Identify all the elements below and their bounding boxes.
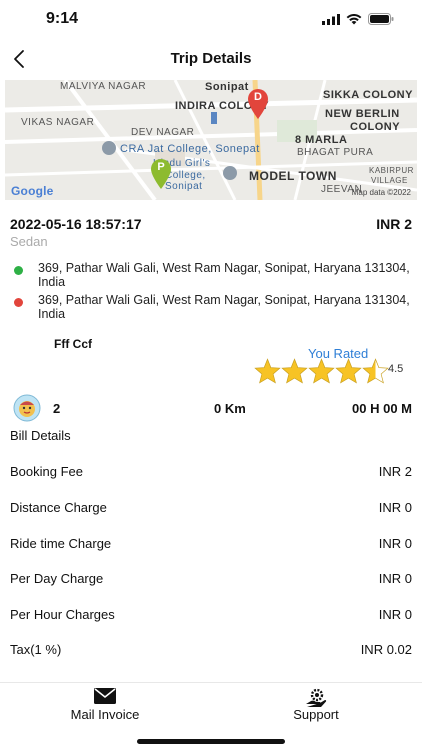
drop-pin-label: D (254, 91, 262, 103)
trip-distance: 0 Km (214, 401, 246, 416)
bill-row-label: Tax(1 %) (10, 642, 62, 657)
wifi-icon (346, 13, 362, 24)
star-icon (335, 358, 362, 384)
bill-row-value: INR 0.02 (360, 642, 412, 657)
navigation-bar: Trip Details (0, 40, 422, 78)
trip-amount: INR 2 (376, 216, 412, 232)
star-icon (308, 358, 335, 384)
bill-row-booking-fee: Booking Fee INR 2 (10, 464, 412, 484)
page-title: Trip Details (170, 50, 252, 67)
trip-duration: 00 H 00 M (352, 401, 412, 416)
bill-row-label: Booking Fee (10, 464, 83, 479)
map-label-sikka-colony: SIKKA COLONY (323, 89, 413, 101)
rating-value: 4.5 (388, 363, 404, 375)
trip-summary: 2 0 Km 00 H 00 M (0, 394, 422, 422)
pickup-address: 369, Pathar Wali Gali, West Ram Nagar, S… (38, 261, 410, 289)
battery-icon (368, 13, 394, 25)
pickup-dot-icon (14, 266, 23, 275)
bill-row-label: Per Day Charge (10, 571, 104, 586)
status-bar: 9:14 (0, 0, 422, 40)
map-label-bhagat-pura: BHAGAT PURA (297, 147, 374, 158)
map-label-new-berlin: NEW BERLIN (325, 108, 400, 120)
status-time: 9:14 (46, 10, 79, 27)
map-label-village: VILLAGE (371, 176, 408, 185)
status-icons (322, 13, 394, 25)
bill-row-label: Per Hour Charges (10, 607, 115, 622)
star-icon (254, 358, 281, 384)
map-label-malviya-nagar: MALVIYA NAGAR (60, 81, 147, 92)
bill-row-value: INR 0 (378, 607, 412, 622)
bill-row-label: Ride time Charge (10, 536, 112, 551)
star-icon (281, 358, 308, 384)
map-label-model-town: MODEL TOWN (249, 169, 337, 183)
map-label-colony: COLONY (350, 121, 401, 133)
map-label-8-marla: 8 MARLA (295, 134, 348, 146)
map-label-cra-college: CRA Jat College, Sonepat (120, 143, 260, 155)
gear-hand-icon (306, 688, 327, 707)
bill-row-per-hour-charges: Per Hour Charges INR 0 (10, 607, 412, 627)
mail-invoice-label: Mail Invoice (70, 707, 140, 722)
bill-details-title: Bill Details (10, 428, 71, 443)
drop-address: 369, Pathar Wali Gali, West Ram Nagar, S… (38, 293, 410, 321)
driver-avatar-icon (13, 394, 41, 422)
google-logo: Google (11, 184, 54, 198)
bill-row-per-day-charge: Per Day Charge INR 0 (10, 571, 412, 591)
bill-row-label: Distance Charge (10, 500, 107, 515)
driver-name: Fff Ccf (54, 337, 92, 351)
rating-stars (254, 358, 389, 384)
support-label: Support (293, 707, 339, 722)
signal-icon (322, 13, 340, 25)
trip-map[interactable]: Sonipat MALVIYA NAGAR INDIRA COLONY SIKK… (5, 80, 417, 200)
drop-pin[interactable]: D (247, 88, 269, 120)
drop-dot-icon (14, 298, 23, 307)
home-indicator (137, 739, 285, 744)
map-label-vikas-nagar: VIKAS NAGAR (21, 117, 95, 128)
envelope-icon (94, 688, 116, 704)
map-label-sonipat: Sonipat (205, 81, 249, 93)
pickup-pin-label: P (157, 161, 165, 173)
half-star-icon (362, 358, 389, 384)
bill-row-value: INR 0 (378, 500, 412, 515)
bill-row-value: INR 2 (378, 464, 412, 479)
map-label-dev-nagar: DEV NAGAR (131, 127, 195, 138)
mail-invoice-button[interactable]: Mail Invoice (25, 683, 185, 727)
bill-row-value: INR 0 (378, 571, 412, 586)
map-copyright: Map data ©2022 (351, 188, 411, 197)
map-label-kabirpur: KABIRPUR (369, 166, 414, 175)
support-button[interactable]: Support (236, 683, 396, 727)
bill-row-ride-time-charge: Ride time Charge INR 0 (10, 536, 412, 556)
bill-row-value: INR 0 (378, 536, 412, 551)
bill-row-tax: Tax(1 %) INR 0.02 (10, 642, 412, 662)
trip-vehicle-type: Sedan (10, 234, 48, 249)
pickup-pin[interactable]: P (150, 158, 172, 190)
bill-row-distance-charge: Distance Charge INR 0 (10, 500, 412, 520)
trip-count: 2 (53, 401, 61, 416)
trip-date: 2022-05-16 18:57:17 (10, 216, 142, 232)
